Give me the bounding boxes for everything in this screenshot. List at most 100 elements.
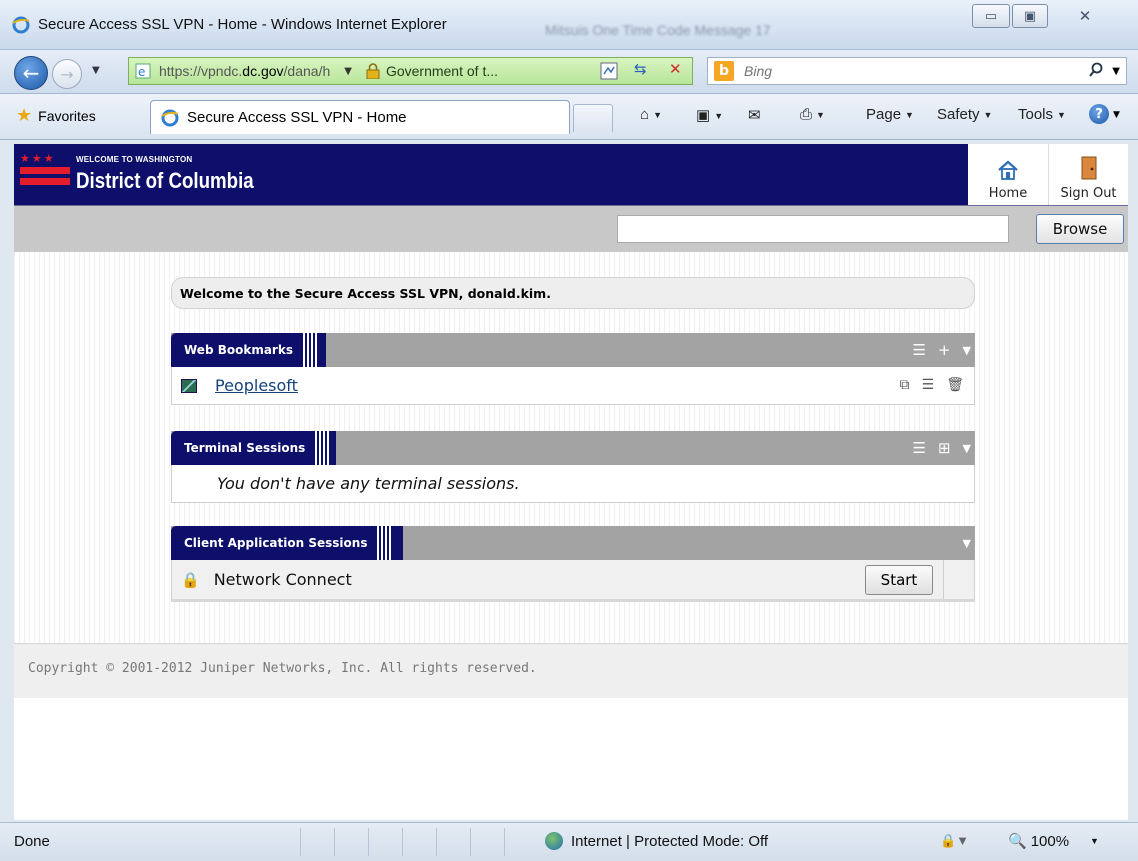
open-new-window-icon[interactable]: ⧉ (900, 377, 910, 393)
browse-button[interactable]: Browse (1036, 214, 1124, 244)
forward-arrow-icon: → (60, 64, 74, 84)
panel-tools: ☰ ⊞ ▼ (913, 431, 972, 465)
lock-icon[interactable] (366, 63, 380, 79)
address-bar[interactable]: e https://vpndc.dc.gov/dana/h ▼ Governme… (128, 57, 693, 85)
new-tab-button[interactable] (573, 104, 613, 132)
address-dropdown[interactable]: ▼ (344, 66, 352, 77)
svg-text:e: e (138, 65, 145, 79)
back-button[interactable]: ← (14, 56, 48, 90)
minimize-icon: ▭ (984, 8, 998, 24)
blurred-background-title: Mitsuis One Time Code Message 17 (545, 22, 771, 38)
recent-pages-dropdown[interactable]: ▼ (92, 65, 100, 76)
refresh-icon[interactable]: ⇆ (634, 60, 647, 78)
browse-toolbar: Browse (14, 206, 1128, 252)
feeds-command[interactable]: ▣ ▼ (696, 106, 723, 124)
certificate-label[interactable]: Government of t... (386, 63, 498, 79)
url-text[interactable]: https://vpndc.dc.gov/dana/h (159, 63, 330, 79)
compatibility-view-icon[interactable] (599, 61, 619, 81)
page-icon: e (135, 63, 151, 79)
favorites-bar: ★ Favorites Secure Access SSL VPN - Home… (0, 94, 1138, 140)
stripes-decoration (302, 333, 317, 367)
page-footer: Copyright © 2001-2012 Juniper Networks, … (14, 643, 1128, 698)
favorites-button[interactable]: ★ Favorites (16, 105, 96, 126)
site-header: ★★★ WELCOME TO WASHINGTON District of Co… (14, 144, 1128, 206)
tools-menu[interactable]: Tools ▼ (1018, 106, 1066, 123)
list-view-icon[interactable]: ☰ (913, 439, 926, 457)
welcome-tagline: WELCOME TO WASHINGTON (76, 155, 193, 164)
panel-header: Client Application Sessions ▼ (171, 526, 975, 560)
sign-out-button[interactable]: Sign Out (1048, 144, 1128, 205)
welcome-message: Welcome to the Secure Access SSL VPN, do… (171, 277, 975, 309)
help-icon[interactable]: ? (1089, 104, 1109, 124)
zoom-level: 100% (1030, 832, 1070, 850)
mail-icon: ✉ (748, 107, 761, 124)
properties-icon[interactable]: ☰ (922, 377, 935, 393)
home-button[interactable]: Home (968, 144, 1048, 205)
bookmark-row: Peoplesoft ⧉ ☰ 🗑 (171, 367, 975, 405)
tab-vpn-home[interactable]: Secure Access SSL VPN - Home (150, 100, 570, 134)
start-button[interactable]: Start (865, 565, 933, 595)
collapse-icon[interactable]: ▼ (963, 442, 971, 455)
star-icon: ★ (16, 105, 33, 125)
header-actions: Home Sign Out (968, 144, 1128, 205)
navigation-bar: ← → ▼ e https://vpndc.dc.gov/dana/h ▼ Go… (0, 50, 1138, 94)
favorites-label: Favorites (38, 107, 96, 124)
add-session-icon[interactable]: ⊞ (938, 439, 951, 457)
flag-bars-icon (20, 167, 70, 189)
minimize-button[interactable]: ▭ (972, 4, 1010, 28)
forward-button[interactable]: → (52, 59, 82, 89)
collapse-icon[interactable]: ▼ (963, 537, 971, 550)
zoom-control[interactable]: 🔍 100% (1008, 832, 1070, 851)
stripes-decoration (315, 431, 330, 465)
delete-icon[interactable]: 🗑 (946, 377, 964, 393)
panel-title: Client Application Sessions (184, 536, 368, 550)
safety-menu[interactable]: Safety ▼ (937, 106, 992, 123)
status-bar: Done Internet | Protected Mode: Off 🔒▼ 🔍… (0, 822, 1138, 861)
divider (943, 560, 944, 599)
mail-command[interactable]: ✉ (748, 106, 761, 124)
terminal-sessions-panel: Terminal Sessions ☰ ⊞ ▼ You don't have a… (171, 431, 975, 503)
globe-icon (545, 832, 563, 850)
bookmark-icon (181, 378, 197, 393)
rss-icon: ▣ (696, 107, 711, 124)
panel-tools: ▼ (963, 526, 971, 560)
search-icon[interactable] (1088, 62, 1104, 78)
search-dropdown[interactable]: ▼ (1112, 66, 1120, 77)
network-connect-row: 🔒 Network Connect Start (171, 560, 975, 602)
web-page: ★★★ WELCOME TO WASHINGTON District of Co… (14, 144, 1128, 820)
close-icon: ✕ (1078, 7, 1092, 25)
protected-mode-icon[interactable]: 🔒▼ (940, 833, 969, 849)
panel-title-tab: Client Application Sessions (171, 526, 403, 560)
add-bookmark-icon[interactable]: + (938, 341, 951, 359)
client-app-sessions-panel: Client Application Sessions ▼ 🔒 Network … (171, 526, 975, 602)
panel-title: Web Bookmarks (184, 343, 293, 357)
home-command[interactable]: ⌂ ▼ (640, 106, 662, 123)
zone-label: Internet | Protected Mode: Off (571, 832, 769, 850)
network-lock-icon: 🔒 (181, 570, 200, 589)
window-title: Secure Access SSL VPN - Home - Windows I… (38, 16, 447, 33)
browse-url-input[interactable] (617, 215, 1009, 243)
maximize-icon: ▣ (1023, 8, 1037, 24)
search-input[interactable] (744, 63, 1044, 79)
panel-title: Terminal Sessions (184, 441, 306, 455)
tab-label: Secure Access SSL VPN - Home (187, 109, 407, 126)
close-button[interactable]: ✕ (1056, 4, 1114, 28)
sign-out-label: Sign Out (1060, 186, 1117, 201)
zoom-icon: 🔍 (1008, 833, 1027, 850)
help-dropdown[interactable]: ▼ (1113, 110, 1120, 120)
print-command[interactable]: ⎙ ▼ (800, 106, 825, 123)
bookmark-actions: ⧉ ☰ 🗑 (900, 377, 964, 393)
security-zone[interactable]: Internet | Protected Mode: Off (545, 832, 768, 850)
terminal-empty-row: You don't have any terminal sessions. (171, 465, 975, 503)
stripes-decoration (377, 526, 392, 560)
panel-title-tab: Terminal Sessions (171, 431, 336, 465)
search-box[interactable]: b ▼ (707, 57, 1127, 85)
page-menu[interactable]: Page ▼ (866, 106, 914, 123)
maximize-button[interactable]: ▣ (1012, 4, 1048, 28)
collapse-icon[interactable]: ▼ (963, 344, 971, 357)
main-content: Welcome to the Secure Access SSL VPN, do… (14, 252, 1128, 643)
stop-icon[interactable]: ✕ (669, 60, 682, 78)
list-view-icon[interactable]: ☰ (913, 341, 926, 359)
bookmark-link-peoplesoft[interactable]: Peoplesoft (215, 376, 298, 395)
zoom-dropdown[interactable]: ▼ (1090, 836, 1099, 846)
